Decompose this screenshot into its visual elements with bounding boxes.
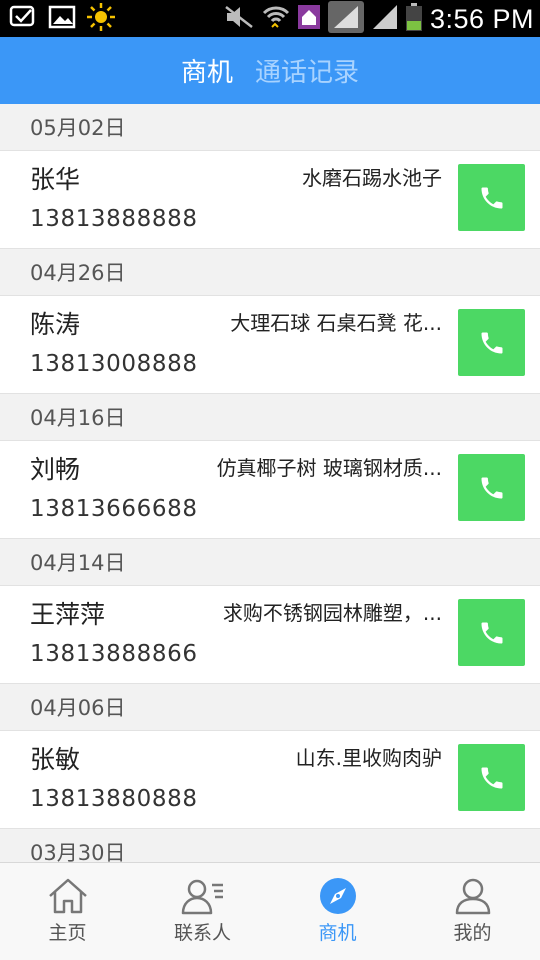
phone-icon — [481, 767, 502, 788]
compass-icon — [319, 878, 356, 914]
call-button[interactable] — [458, 309, 525, 376]
missed-call-icon — [8, 4, 38, 34]
nav-label: 商机 — [318, 922, 357, 944]
tab-business[interactable]: 商机 — [181, 52, 233, 89]
bottom-nav: 主页 联系人 商机 我的 — [0, 862, 540, 960]
battery-icon — [405, 3, 422, 35]
signal-icon — [372, 4, 398, 34]
top-tab-bar: 商机 通话记录 — [0, 37, 540, 104]
call-button[interactable] — [458, 599, 525, 666]
call-button[interactable] — [458, 164, 525, 231]
date-header: 04月06日 — [0, 684, 540, 731]
product-text: 山东.里收购肉驴 — [295, 746, 442, 770]
product-text: 仿真椰子树 玻璃钢材质... — [216, 456, 442, 480]
date-header: 03月30日 — [0, 829, 540, 862]
phone-number: 13813888866 — [30, 641, 198, 667]
date-header: 04月14日 — [0, 539, 540, 586]
list-item[interactable]: 张敏 山东.里收购肉驴 13813880888 — [0, 731, 540, 829]
list-item[interactable]: 刘畅 仿真椰子树 玻璃钢材质... 13813666688 — [0, 441, 540, 539]
phone-number: 13813888888 — [30, 206, 198, 232]
image-icon — [48, 5, 76, 33]
nav-mine[interactable]: 我的 — [405, 863, 540, 960]
status-time: 3:56 PM — [429, 3, 534, 34]
phone-number: 13813008888 — [30, 351, 198, 377]
list-item[interactable]: 张华 水磨石踢水池子 13813888888 — [0, 151, 540, 249]
phone-icon — [481, 622, 502, 643]
nav-label: 主页 — [48, 922, 87, 944]
mute-icon — [224, 5, 254, 33]
status-bar: 3:56 PM — [0, 0, 540, 37]
list-item[interactable]: 陈涛 大理石球 石桌石凳 花... 13813008888 — [0, 296, 540, 394]
date-header: 04月26日 — [0, 249, 540, 296]
list-item[interactable]: 王萍萍 求购不锈钢园林雕塑，... 13813888866 — [0, 586, 540, 684]
phone-number: 13813880888 — [30, 786, 198, 812]
contacts-icon — [181, 879, 223, 915]
nav-label: 联系人 — [173, 922, 231, 944]
status-bar-right: 3:56 PM — [224, 1, 534, 37]
contact-name: 张华 — [30, 165, 81, 194]
contact-name: 陈涛 — [30, 310, 81, 339]
nav-home[interactable]: 主页 — [0, 863, 135, 960]
call-button[interactable] — [458, 454, 525, 521]
nav-business[interactable]: 商机 — [270, 863, 405, 960]
contact-name: 刘畅 — [30, 455, 81, 484]
tab-call-log[interactable]: 通话记录 — [255, 52, 359, 89]
phone-icon — [481, 187, 502, 208]
phone-icon — [481, 332, 502, 353]
user-icon — [455, 878, 490, 915]
phone-number: 13813666688 — [30, 496, 198, 522]
business-list[interactable]: 05月02日 张华 水磨石踢水池子 13813888888 04月26日 陈涛 … — [0, 104, 540, 862]
nav-contacts[interactable]: 联系人 — [135, 863, 270, 960]
signal-icon — [327, 1, 364, 37]
status-bar-left — [8, 2, 116, 36]
product-text: 水磨石踢水池子 — [302, 166, 442, 190]
product-text: 求购不锈钢园林雕塑，... — [222, 601, 442, 625]
phone-icon — [481, 477, 502, 498]
call-button[interactable] — [458, 744, 525, 811]
home-app-icon — [297, 5, 320, 33]
product-text: 大理石球 石桌石凳 花... — [230, 311, 442, 335]
contact-name: 张敏 — [30, 745, 81, 774]
weather-sun-icon — [86, 2, 116, 36]
date-header: 05月02日 — [0, 104, 540, 151]
wifi-icon — [262, 3, 290, 35]
date-header: 04月16日 — [0, 394, 540, 441]
home-icon — [48, 878, 87, 914]
contact-name: 王萍萍 — [30, 600, 106, 629]
nav-label: 我的 — [453, 922, 492, 944]
